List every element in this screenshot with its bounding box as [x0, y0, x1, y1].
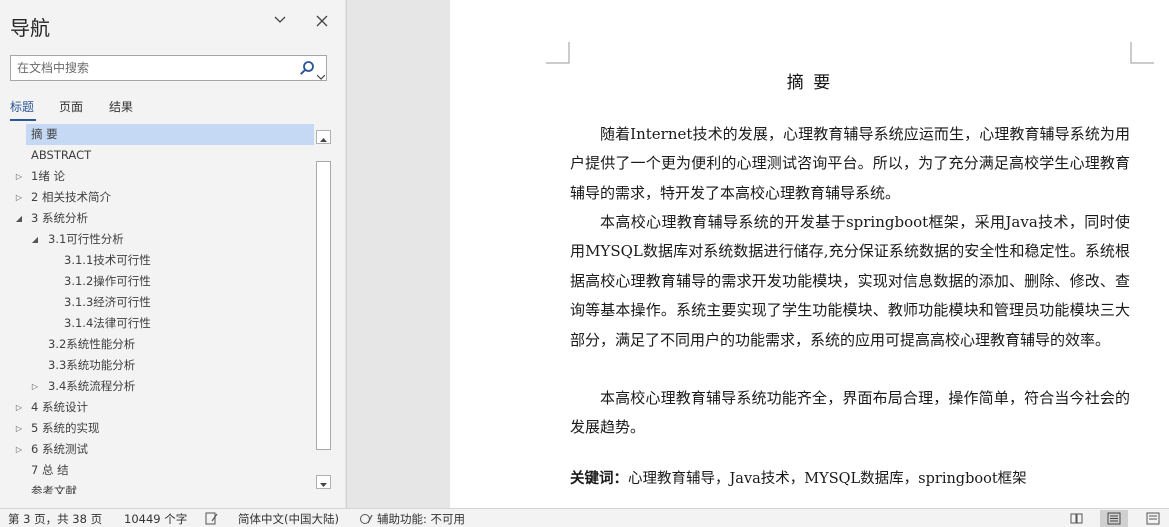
- tree-item[interactable]: ◢ 3 系统分析: [0, 208, 314, 229]
- heading-tree: 摘 要 ABSTRACT ▷ 1绪 论 ▷ 2 相关技术简介 ◢ 3 系统分析 ◢ 3.1可行性分…: [0, 124, 314, 494]
- tree-item-label: 4 系统设计: [31, 400, 88, 414]
- tab-headings[interactable]: 标题: [10, 98, 34, 115]
- tree-item-label: 1绪 论: [31, 169, 65, 183]
- tree-item-label: 3.4系统流程分析: [48, 379, 136, 393]
- navigation-pane: 导航 标题 页面 结果 摘 要 ABSTRACT ▷ 1绪 论 ▷ 2 相关技术简介 ◢ 3 …: [0, 0, 345, 508]
- tree-item-label: 3.1.2操作可行性: [64, 274, 151, 288]
- tab-pages[interactable]: 页面: [59, 98, 83, 115]
- tree-item-label: 3.1.1技术可行性: [64, 253, 151, 267]
- tree-item-label: 3 系统分析: [31, 211, 88, 225]
- collapsed-triangle-icon[interactable]: ▷: [14, 418, 24, 439]
- tree-item-label: 3.1.3经济可行性: [64, 295, 151, 309]
- scrollbar-thumb[interactable]: [316, 161, 331, 450]
- tree-item[interactable]: 3.1.1技术可行性: [0, 250, 314, 271]
- tree-item[interactable]: ▷ 6 系统测试: [0, 439, 314, 460]
- search-icon[interactable]: [299, 60, 315, 76]
- tree-item[interactable]: ▷ 1绪 论: [0, 166, 314, 187]
- search-box: [10, 55, 327, 81]
- collapsed-triangle-icon[interactable]: ▷: [14, 187, 24, 208]
- tree-item[interactable]: 3.1.4法律可行性: [0, 313, 314, 334]
- tree-item-label: 参考文献: [31, 484, 77, 494]
- document-page[interactable]: 摘 要 随着Internet技术的发展，心理教育辅导系统应运而生，心理教育辅导系…: [450, 0, 1169, 508]
- scroll-down-icon[interactable]: [316, 475, 331, 489]
- tree-item[interactable]: ◢ 3.1可行性分析: [0, 229, 314, 250]
- tab-results[interactable]: 结果: [109, 98, 133, 115]
- collapsed-triangle-icon[interactable]: ▷: [14, 166, 24, 187]
- paragraph-1: 随着Internet技术的发展，心理教育辅导系统应运而生，心理教育辅导系统为用户…: [570, 125, 1130, 202]
- tree-item-label: 3.3系统功能分析: [48, 358, 136, 372]
- nav-scrollbar[interactable]: [315, 128, 332, 492]
- chevron-down-icon[interactable]: [268, 10, 292, 34]
- language-status[interactable]: 简体中文(中国大陆): [238, 511, 339, 527]
- tree-item-label: 3.2系统性能分析: [48, 337, 136, 351]
- tree-item[interactable]: ▷ 4 系统设计: [0, 397, 314, 418]
- paragraph-2: 本高校心理教育辅导系统的开发基于springboot框架，采用Java技术，同时…: [570, 213, 1130, 349]
- tree-item-label: 5 系统的实现: [31, 421, 100, 435]
- proofing-icon[interactable]: [205, 512, 219, 525]
- margin-mark-right: [1130, 42, 1154, 64]
- tree-item[interactable]: ▷ 3.4系统流程分析: [0, 376, 314, 397]
- margin-mark-left: [546, 42, 570, 64]
- tree-item-label: ABSTRACT: [31, 148, 92, 162]
- keywords-line: 关键词：心理教育辅导，Java技术，MYSQL数据库，springboot框架: [570, 467, 1027, 488]
- collapsed-triangle-icon[interactable]: ▷: [14, 439, 24, 460]
- collapsed-triangle-icon[interactable]: ▷: [14, 397, 24, 418]
- tree-item[interactable]: ▷ 2 相关技术简介: [0, 187, 314, 208]
- tree-item-label: 3.1可行性分析: [48, 232, 124, 246]
- tree-item-label: 3.1.4法律可行性: [64, 316, 151, 330]
- scroll-up-icon[interactable]: [316, 130, 331, 144]
- tree-item[interactable]: 摘 要: [26, 124, 314, 145]
- tree-item[interactable]: 参考文献: [0, 481, 314, 494]
- tree-item[interactable]: ABSTRACT: [0, 145, 314, 166]
- tree-item-label: 6 系统测试: [31, 442, 88, 456]
- tree-item[interactable]: 3.3系统功能分析: [0, 355, 314, 376]
- search-input[interactable]: [17, 56, 287, 80]
- search-options-dropdown-icon[interactable]: [316, 65, 326, 80]
- word-count[interactable]: 10449 个字: [124, 511, 187, 527]
- close-icon[interactable]: [310, 10, 334, 34]
- tree-item[interactable]: 3.1.3经济可行性: [0, 292, 314, 313]
- collapsed-triangle-icon[interactable]: ▷: [30, 376, 40, 397]
- nav-title: 导航: [10, 16, 50, 40]
- read-mode-icon[interactable]: [1063, 510, 1091, 527]
- expanded-triangle-icon[interactable]: ◢: [14, 208, 24, 229]
- paragraph-3: 本高校心理教育辅导系统功能齐全，界面布局合理，操作简单，符合当今社会的发展趋势。: [570, 389, 1130, 437]
- tree-item[interactable]: ▷ 5 系统的实现: [0, 418, 314, 439]
- active-tab-indicator: [10, 119, 36, 121]
- page-count[interactable]: 第 3 页，共 38 页: [8, 511, 102, 527]
- keywords-label: 关键词：: [570, 471, 628, 487]
- web-layout-icon[interactable]: [1140, 510, 1168, 527]
- expanded-triangle-icon[interactable]: ◢: [30, 229, 40, 250]
- tree-item[interactable]: 3.1.2操作可行性: [0, 271, 314, 292]
- accessibility-icon[interactable]: [359, 512, 373, 525]
- tree-item-label: 2 相关技术简介: [31, 190, 111, 204]
- tree-item-label: 7 总 结: [31, 463, 69, 477]
- tree-item[interactable]: 3.2系统性能分析: [0, 334, 314, 355]
- print-layout-icon[interactable]: [1100, 510, 1128, 527]
- status-bar: 第 3 页，共 38 页 10449 个字 简体中文(中国大陆) 辅助功能: 不…: [0, 508, 1169, 527]
- tree-item[interactable]: 7 总 结: [0, 460, 314, 481]
- accessibility-status[interactable]: 辅助功能: 不可用: [377, 511, 465, 527]
- tree-item-label: 摘 要: [31, 127, 58, 141]
- document-heading: 摘 要: [786, 73, 833, 93]
- keywords-text: 心理教育辅导，Java技术，MYSQL数据库，springboot框架: [628, 471, 1027, 487]
